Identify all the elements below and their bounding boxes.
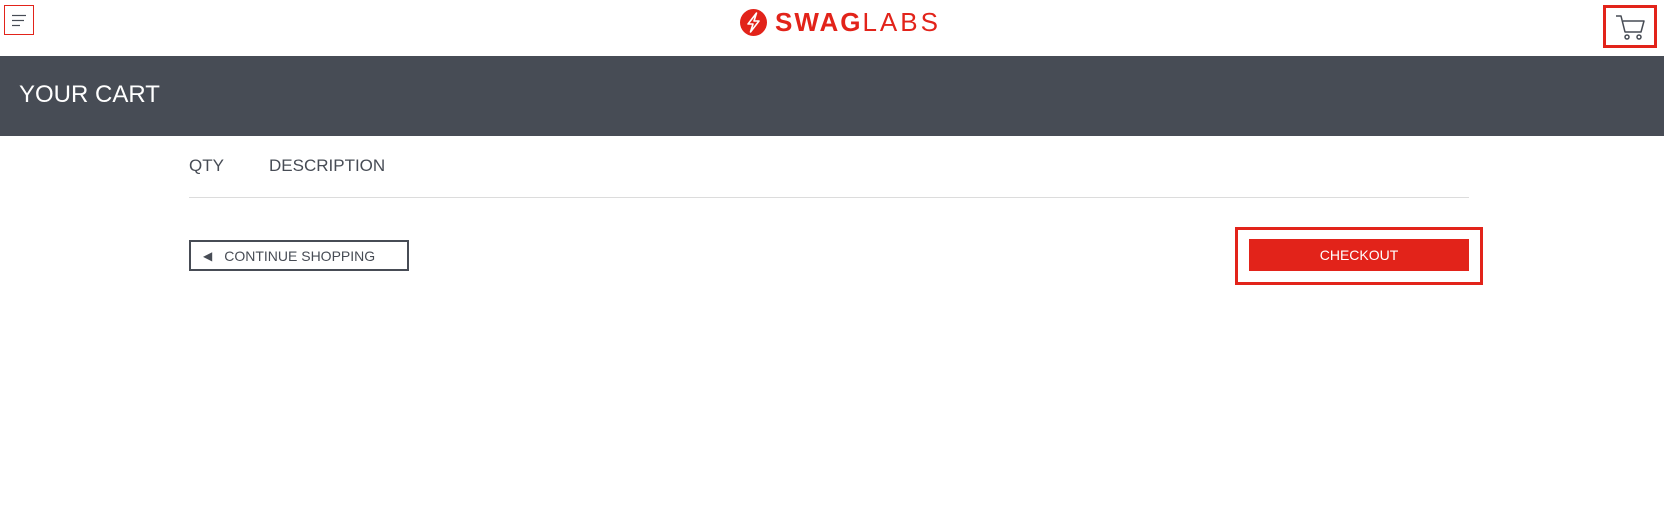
top-header: SWAGLABS: [0, 0, 1664, 56]
logo-text-swag: SWAG: [775, 7, 863, 37]
hamburger-menu-icon: [12, 14, 26, 26]
title-bar: YOUR CART: [0, 56, 1664, 136]
continue-shopping-button[interactable]: ◀ CONTINUE SHOPPING: [189, 240, 409, 271]
shopping-cart-link[interactable]: [1603, 5, 1657, 48]
checkout-button[interactable]: CHECKOUT: [1249, 239, 1469, 271]
description-column-label: DESCRIPTION: [269, 156, 386, 175]
logo-text: SWAGLABS: [775, 7, 941, 37]
continue-shopping-label: CONTINUE SHOPPING: [224, 247, 376, 264]
page-title: YOUR CART: [19, 81, 160, 108]
swag-labs-bolt-icon: [740, 8, 767, 36]
shopping-cart-icon: [1616, 14, 1645, 40]
menu-button[interactable]: [4, 5, 34, 35]
back-arrow-icon: ◀: [203, 248, 213, 263]
logo-text-labs: LABS: [862, 7, 941, 37]
qty-column-label: QTY: [189, 156, 224, 175]
swag-labs-logo: SWAGLABS: [739, 7, 941, 37]
cart-list-header: QTY DESCRIPTION: [189, 156, 1469, 198]
